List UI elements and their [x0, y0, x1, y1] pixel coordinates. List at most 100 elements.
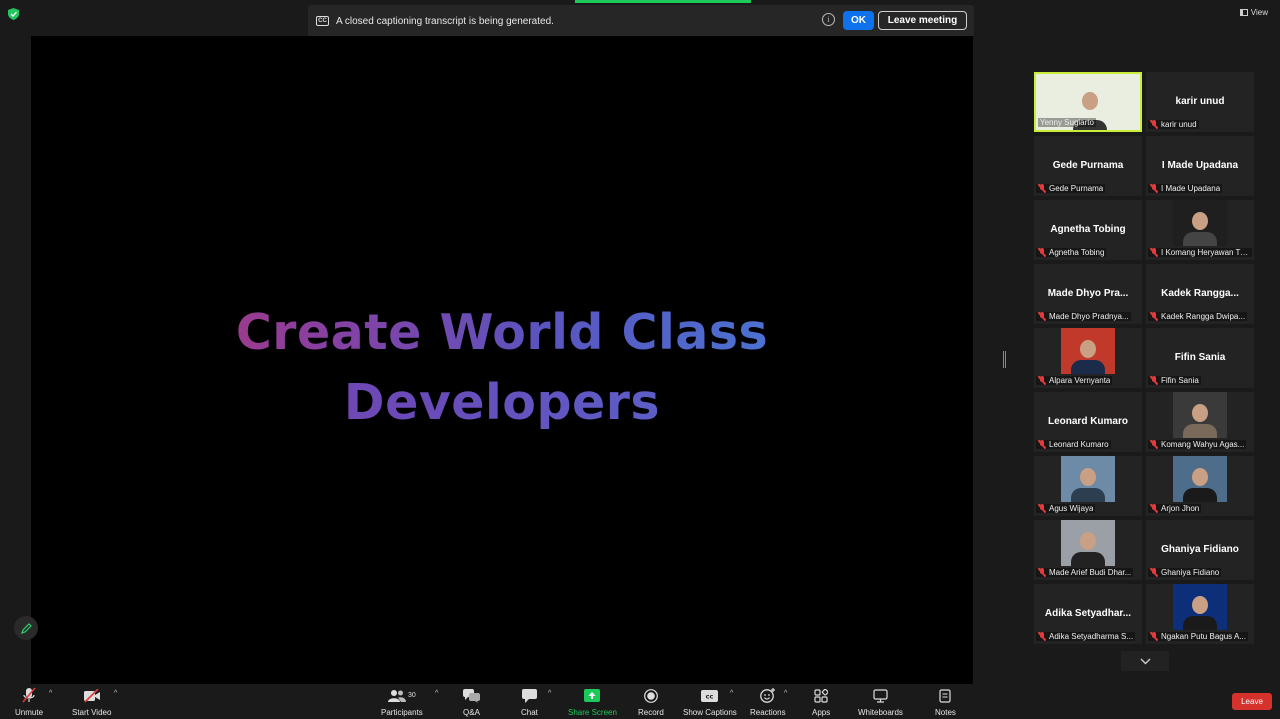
view-label: View	[1250, 8, 1268, 17]
participant-tile[interactable]: Agnetha Tobing Agnetha Tobing	[1034, 200, 1142, 260]
meeting-toolbar: Unmute ^ Start Video ^ 30 Participants ^…	[0, 684, 1280, 719]
microphone-muted-icon	[1150, 120, 1158, 129]
participant-name-label: Arjon Jhon	[1148, 504, 1202, 513]
show-captions-button[interactable]: cc Show Captions	[683, 686, 737, 717]
participant-name-label: Made Dhyo Pradnya...	[1036, 312, 1131, 321]
participant-display-name: karir unud	[1175, 96, 1225, 107]
participant-tile[interactable]: Yenny Sugiarto	[1034, 72, 1142, 132]
show-captions-label: Show Captions	[683, 708, 737, 717]
screen-share-indicator[interactable]	[575, 0, 751, 3]
microphone-muted-icon	[1150, 504, 1158, 513]
participant-tile[interactable]: Ghaniya Fidiano Ghaniya Fidiano	[1146, 520, 1254, 580]
participant-tile[interactable]: karir unud karir unud	[1146, 72, 1254, 132]
participant-name-label: I Made Upadana	[1148, 184, 1223, 193]
whiteboards-button[interactable]: Whiteboards	[858, 686, 903, 717]
participant-name-label: Agus Wijaya	[1036, 504, 1096, 513]
participant-tile[interactable]: I Made Upadana I Made Upadana	[1146, 136, 1254, 196]
leave-button[interactable]: Leave	[1232, 693, 1272, 710]
qa-button[interactable]: Q&A	[463, 686, 480, 717]
reactions-button[interactable]: Reactions	[750, 686, 786, 717]
participant-name-label: Adika Setyadharma S...	[1036, 632, 1136, 641]
unmute-button[interactable]: Unmute	[15, 686, 43, 717]
participant-name-label: Yenny Sugiarto	[1038, 118, 1096, 127]
microphone-muted-icon	[1038, 632, 1046, 641]
shared-screen-content: Create World Class Developers	[31, 36, 973, 684]
record-button[interactable]: Record	[638, 686, 664, 717]
apps-button[interactable]: Apps	[812, 686, 830, 717]
participants-count: 30	[408, 692, 416, 699]
ok-button[interactable]: OK	[843, 11, 874, 30]
participant-tile[interactable]: Made Dhyo Pra... Made Dhyo Pradnya...	[1034, 264, 1142, 324]
qa-icon	[463, 688, 480, 703]
participants-icon	[388, 690, 406, 702]
participant-tile[interactable]: Kadek Rangga... Kadek Rangga Dwipa...	[1146, 264, 1254, 324]
participant-tile[interactable]: Adika Setyadhar... Adika Setyadharma S...	[1034, 584, 1142, 644]
slide-title: Create World Class Developers	[31, 298, 973, 438]
participant-name-label: Made Arief Budi Dhar...	[1036, 568, 1134, 577]
whiteboard-icon	[873, 688, 888, 703]
microphone-muted-icon	[1150, 184, 1158, 193]
participant-name-label: Leonard Kumaro	[1036, 440, 1111, 449]
audio-options-caret[interactable]: ^	[49, 690, 52, 697]
participant-display-name: Agnetha Tobing	[1050, 224, 1126, 235]
whiteboards-label: Whiteboards	[858, 708, 903, 717]
participant-display-name: Ghaniya Fidiano	[1161, 544, 1239, 555]
start-video-button[interactable]: Start Video	[72, 686, 111, 717]
participant-tile[interactable]: Ngakan Putu Bagus A...	[1146, 584, 1254, 644]
participant-silhouette	[1192, 212, 1208, 230]
microphone-muted-icon	[1038, 376, 1046, 385]
participant-name: Alpara Vernyanta	[1049, 376, 1111, 385]
participant-video	[1173, 456, 1227, 502]
info-icon[interactable]: i	[822, 13, 835, 26]
participant-silhouette	[1071, 552, 1105, 566]
participant-tile[interactable]: Fifin Sania Fifin Sania	[1146, 328, 1254, 388]
share-screen-icon	[584, 689, 601, 702]
captions-options-caret[interactable]: ^	[730, 690, 733, 697]
chat-button[interactable]: Chat	[521, 686, 538, 717]
notes-button[interactable]: Notes	[935, 686, 956, 717]
microphone-muted-icon	[1038, 440, 1046, 449]
reactions-label: Reactions	[750, 708, 786, 717]
svg-text:cc: cc	[706, 692, 714, 700]
annotate-button[interactable]	[14, 616, 38, 640]
participant-name: Yenny Sugiarto	[1040, 118, 1094, 127]
participants-options-caret[interactable]: ^	[435, 690, 438, 697]
captions-icon: cc	[701, 689, 719, 702]
participant-silhouette	[1183, 232, 1217, 246]
participant-tile[interactable]: Arjon Jhon	[1146, 456, 1254, 516]
participant-name: Arjon Jhon	[1161, 504, 1200, 513]
chat-label: Chat	[521, 708, 538, 717]
participant-tile[interactable]: Leonard Kumaro Leonard Kumaro	[1034, 392, 1142, 452]
video-options-caret[interactable]: ^	[114, 690, 117, 697]
gallery-scroll-down-button[interactable]	[1121, 651, 1169, 671]
participant-name-label: I Komang Heryawan Tril...	[1148, 248, 1252, 257]
participant-tile[interactable]: I Komang Heryawan Tril...	[1146, 200, 1254, 260]
share-screen-button[interactable]: Share Screen	[568, 686, 617, 717]
microphone-muted-icon	[1150, 440, 1158, 449]
notes-icon	[939, 688, 952, 703]
participants-button[interactable]: 30 Participants	[381, 686, 423, 717]
microphone-muted-icon	[1150, 632, 1158, 641]
participant-tile[interactable]: Agus Wijaya	[1034, 456, 1142, 516]
participant-tile[interactable]: Gede Purnama Gede Purnama	[1034, 136, 1142, 196]
participant-tile[interactable]: Alpara Vernyanta	[1034, 328, 1142, 388]
participant-video	[1173, 584, 1227, 630]
view-icon	[1239, 9, 1248, 16]
participant-silhouette	[1183, 616, 1217, 630]
reactions-options-caret[interactable]: ^	[784, 690, 787, 697]
participant-name: Fifin Sania	[1161, 376, 1199, 385]
participant-name: Ngakan Putu Bagus A...	[1161, 632, 1246, 641]
shield-icon[interactable]	[8, 8, 19, 20]
participant-tile[interactable]: Made Arief Budi Dhar...	[1034, 520, 1142, 580]
participant-silhouette	[1080, 532, 1096, 550]
panel-splitter-handle[interactable]	[1003, 351, 1006, 368]
participant-display-name: Adika Setyadhar...	[1044, 608, 1132, 619]
microphone-muted-icon	[1038, 184, 1046, 193]
view-button[interactable]: View	[1239, 8, 1268, 17]
chat-options-caret[interactable]: ^	[548, 690, 551, 697]
participant-display-name: Kadek Rangga...	[1161, 288, 1239, 299]
participant-name: Ghaniya Fidiano	[1161, 568, 1220, 577]
zoom-meeting-window: CC A closed captioning transcript is bei…	[0, 0, 1280, 719]
leave-meeting-button[interactable]: Leave meeting	[878, 11, 967, 30]
participant-tile[interactable]: Komang Wahyu Agas...	[1146, 392, 1254, 452]
